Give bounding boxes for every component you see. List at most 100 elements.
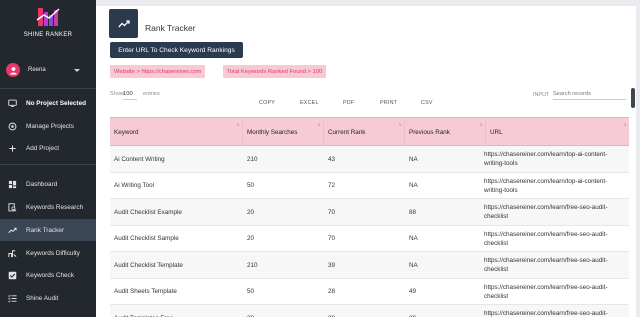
user-icon xyxy=(9,66,17,74)
enter-url-button[interactable]: Enter URL To Check Keyword Rankings xyxy=(110,42,243,58)
show-label: Show xyxy=(110,91,124,97)
cell-previous-rank: NA xyxy=(409,182,418,189)
column-header-current-rank[interactable]: Current Rank ↑↓ xyxy=(324,118,405,146)
sidebar-item-dashboard[interactable]: Dashboard xyxy=(0,173,96,195)
sidebar: SHINE RANKER Reena No Project Selected M… xyxy=(0,0,96,317)
sort-icon: ↑↓ xyxy=(479,122,483,128)
entries-value: 100 xyxy=(123,91,133,97)
cell-monthly-searches: 50 xyxy=(247,288,255,295)
website-badge: Website > https://chasereiner.com xyxy=(110,65,206,78)
scrollbar-thumb[interactable] xyxy=(631,88,635,108)
divider xyxy=(0,164,96,165)
cell-keyword: Audit Checklist Sample xyxy=(114,235,179,242)
table-row: Audit Checklist Sample 20 70 NA https://chas… xyxy=(110,226,629,252)
table-row: Audit Templates Free203839https://chaser… xyxy=(110,305,629,317)
cell-url[interactable]: https://chasereiner.com/learn/top-ai-con… xyxy=(480,146,620,172)
table-row: Audit Checklist Template 210 39 NA https://c… xyxy=(110,252,629,279)
sidebar-item-label: Shine Audit xyxy=(26,294,59,302)
keywords-found-badge: Total Keywords Ranked Found > 100 xyxy=(223,65,327,78)
table-header: Keyword ↑↓ Monthly Searches ↑↓ Current Ran… xyxy=(110,117,629,146)
copy-button[interactable]: COPY xyxy=(259,100,275,106)
cell-keyword: Audit Sheets Template xyxy=(114,288,177,295)
rank-tracker-card: Rank Tracker Enter URL To Check Keyword … xyxy=(96,6,636,317)
sidebar-item-no-project[interactable]: No Project Selected xyxy=(0,92,96,114)
brand[interactable]: SHINE RANKER xyxy=(0,0,96,48)
csv-button[interactable]: CSV xyxy=(421,100,433,106)
cell-current-rank: 70 xyxy=(328,235,336,242)
table-row: Ai Content Writing 210 43 NA https://chasere… xyxy=(110,146,629,173)
print-button[interactable]: PRINT xyxy=(380,100,397,106)
cell-previous-rank: NA xyxy=(409,155,418,163)
trend-icon xyxy=(8,226,17,235)
table-row: Audit Checklist Example 20 70 88 https://cha… xyxy=(110,199,629,226)
cell-url[interactable]: https://chasereiner.com/learn/top-ai-con… xyxy=(480,173,620,199)
brand-logo-icon xyxy=(36,8,60,26)
cell-keyword: Audit Checklist Example xyxy=(114,208,182,216)
cell-url[interactable]: https://chasereiner.com/learn/free-seo-a… xyxy=(480,305,620,317)
sidebar-item-keywords-difficulty[interactable]: Keywords Difficulty xyxy=(0,242,96,264)
cell-current-rank: 72 xyxy=(328,182,336,189)
cell-url[interactable]: https://chasereiner.com/learn/free-seo-a… xyxy=(480,226,620,252)
sidebar-item-label: Rank Tracker xyxy=(26,226,65,234)
trend-icon xyxy=(109,9,138,38)
sidebar-item-label: Dashboard xyxy=(26,180,58,188)
avatar xyxy=(6,63,20,77)
cell-monthly-searches: 50 xyxy=(247,182,255,189)
sidebar-item-rank-tracker[interactable]: Rank Tracker xyxy=(0,219,96,241)
cell-previous-rank: 39 xyxy=(405,305,486,317)
entries-select[interactable]: 100 xyxy=(123,89,137,100)
sidebar-item-label: Add Project xyxy=(26,144,60,152)
sort-icon: ↑↓ xyxy=(317,122,321,128)
cell-url[interactable]: https://chasereiner.com/learn/free-seo-a… xyxy=(480,199,620,225)
entries-label: entries xyxy=(143,91,160,97)
main-content: Rank Tracker Enter URL To Check Keyword … xyxy=(96,0,640,317)
sidebar-item-label: Manage Projects xyxy=(26,122,74,130)
column-header-monthly-searches[interactable]: Monthly Searches ↑↓ xyxy=(243,118,324,146)
cell-monthly-searches: 20 xyxy=(247,235,255,242)
sidebar-item-label: Keywords Check xyxy=(26,271,74,279)
search-file-icon xyxy=(8,202,17,212)
sidebar-item-label: Keywords Research xyxy=(26,203,84,211)
pdf-button[interactable]: PDF xyxy=(343,100,354,106)
column-header-url[interactable]: URL ↑↓ xyxy=(486,118,629,146)
sidebar-item-keywords-research[interactable]: Keywords Research xyxy=(0,196,96,218)
sidebar-item-shine-audit[interactable]: Shine Audit xyxy=(0,287,96,309)
check-box-icon xyxy=(8,271,17,280)
list-check-icon xyxy=(8,294,17,303)
caret-down-icon[interactable] xyxy=(74,68,80,72)
divider xyxy=(0,88,96,89)
cell-keyword: Ai Writing Tool xyxy=(114,182,155,189)
cell-keyword: Ai Content Writing xyxy=(114,155,165,163)
monitor-icon xyxy=(8,99,17,108)
cell-monthly-searches: 20 xyxy=(243,305,324,317)
search-input[interactable] xyxy=(553,89,626,100)
column-header-keyword[interactable]: Keyword ↑↓ xyxy=(110,118,243,146)
cell-monthly-searches: 210 xyxy=(247,261,258,269)
sort-icon: ↑↓ xyxy=(398,122,402,128)
cell-current-rank: 38 xyxy=(324,305,405,317)
page-title: Rank Tracker xyxy=(145,23,196,33)
sidebar-item-keywords-check[interactable]: Keywords Check xyxy=(0,264,96,286)
user-menu[interactable]: Reena xyxy=(6,61,90,79)
sidebar-item-label: Keywords Difficulty xyxy=(26,249,80,257)
sort-icon: ↑↓ xyxy=(623,122,627,128)
cell-url[interactable]: https://chasereiner.com/learn/free-seo-a… xyxy=(480,252,620,278)
cell-previous-rank: 88 xyxy=(409,208,417,216)
difficulty-icon xyxy=(8,249,17,258)
table-row: Audit Sheets Template 50 28 49 https://chase… xyxy=(110,279,629,305)
cell-previous-rank: 49 xyxy=(409,288,417,295)
sidebar-item-manage-projects[interactable]: Manage Projects xyxy=(0,115,96,137)
cell-previous-rank: NA xyxy=(409,261,418,269)
sort-icon: ↑↓ xyxy=(236,122,240,128)
sidebar-item-add-project[interactable]: Add Project xyxy=(0,137,96,159)
dashboard-icon xyxy=(8,180,17,189)
column-header-previous-rank[interactable]: Previous Rank ↑↓ xyxy=(405,118,486,146)
cell-monthly-searches: 210 xyxy=(247,155,258,163)
cell-keyword: Audit Checklist Template xyxy=(114,261,183,269)
table-body: Ai Content Writing 210 43 NA https://chasere… xyxy=(110,146,629,317)
excel-button[interactable]: EXCEL xyxy=(300,100,319,106)
cell-current-rank: 28 xyxy=(328,288,336,295)
cell-previous-rank: NA xyxy=(409,235,418,242)
cell-url[interactable]: https://chasereiner.com/learn/free-seo-a… xyxy=(480,279,620,305)
cell-current-rank: 43 xyxy=(328,155,336,163)
